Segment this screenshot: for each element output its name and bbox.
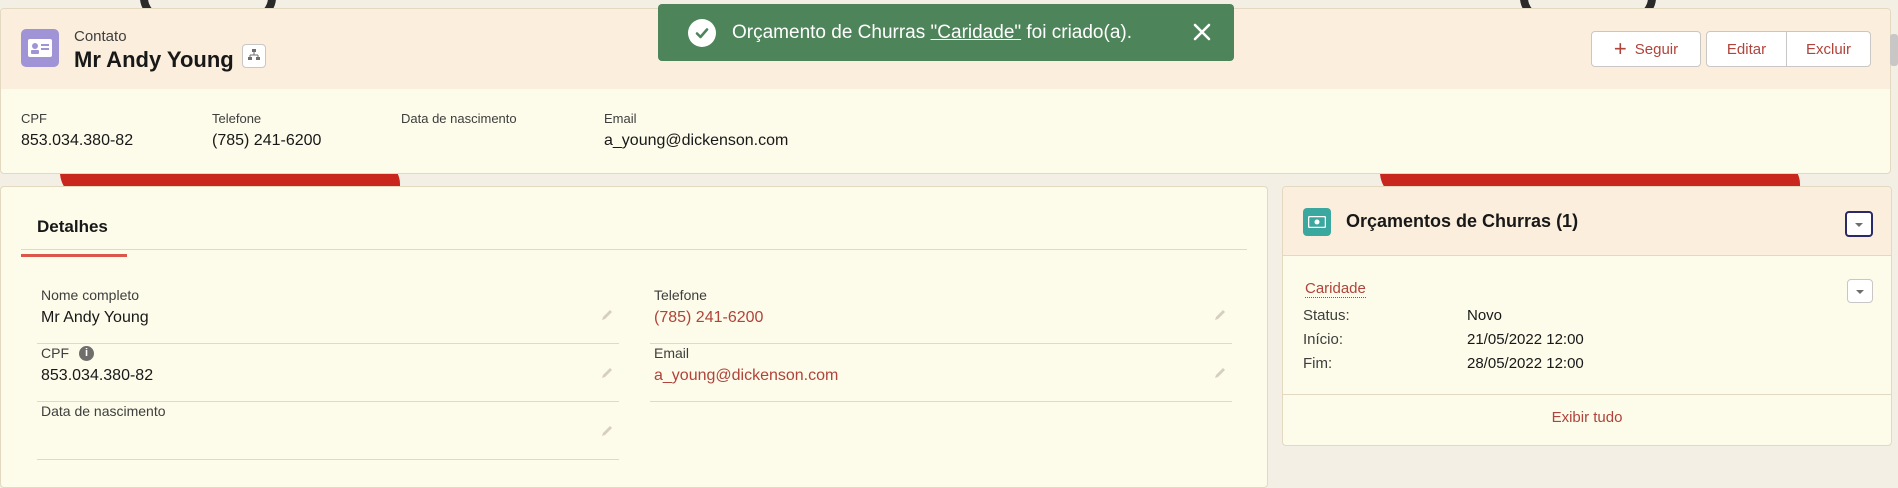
field-cpf: CPF i 853.034.380-82 [37, 345, 619, 402]
close-icon[interactable] [1188, 18, 1216, 46]
field-label: Data de nascimento [41, 403, 166, 419]
follow-label: Seguir [1634, 40, 1679, 58]
row-value: 28/05/2022 12:00 [1467, 355, 1584, 372]
plus-icon: + [1613, 36, 1627, 61]
cpf-label: CPF [41, 345, 69, 361]
footer-divider [1283, 394, 1891, 395]
field-label: Email [654, 345, 690, 361]
related-list-header: Orçamentos de Churras (1) [1283, 187, 1891, 256]
tab-label: Detalhes [37, 217, 108, 236]
record-title: Mr Andy Young [74, 47, 234, 72]
row-key: Status: [1303, 307, 1350, 324]
chevron-down-icon [1855, 283, 1865, 300]
success-check-icon [688, 18, 716, 47]
record-row-status: Status: Novo [1303, 307, 1502, 324]
object-label: Contato [74, 28, 127, 45]
field-phone: Telefone (785) 241-6200 [650, 287, 1232, 344]
record-row-end: Fim: 28/05/2022 12:00 [1303, 355, 1584, 372]
row-key: Fim: [1303, 355, 1333, 372]
view-all-link[interactable]: Exibir tudo [1283, 409, 1891, 426]
edit-pencil-icon[interactable] [599, 423, 615, 439]
edit-button[interactable]: Editar [1706, 31, 1787, 67]
hierarchy-button[interactable] [242, 44, 266, 68]
active-tab-indicator [21, 254, 127, 257]
follow-button[interactable]: + Seguir [1591, 31, 1701, 67]
edit-pencil-icon[interactable] [1212, 365, 1228, 381]
highlight-field-phone: Telefone (785) 241-6200 [212, 111, 321, 150]
tab-divider [21, 249, 1247, 250]
row-value: Novo [1467, 307, 1503, 324]
field-label: CPF [21, 111, 47, 126]
field-value: 853.034.380-82 [21, 132, 134, 149]
field-value: Mr Andy Young [41, 309, 149, 326]
hierarchy-icon [248, 48, 260, 65]
field-full-name: Nome completo Mr Andy Young [37, 287, 619, 344]
record-menu-button[interactable] [1847, 279, 1873, 303]
highlight-field-email: Email a_young@dickenson.com [604, 111, 788, 150]
field-value: 853.034.380-82 [41, 367, 154, 384]
edit-pencil-icon[interactable] [1212, 307, 1228, 323]
details-card: Detalhes Nome completo Mr Andy Young Tel… [0, 186, 1268, 488]
field-label: CPF i [41, 345, 94, 361]
toast-message: Orçamento de Churras "Caridade" foi cria… [732, 22, 1132, 44]
email-link[interactable]: a_young@dickenson.com [654, 367, 838, 385]
chevron-down-icon [1854, 216, 1864, 233]
edit-pencil-icon[interactable] [599, 307, 615, 323]
row-value: 21/05/2022 12:00 [1467, 331, 1584, 348]
phone-link[interactable]: (785) 241-6200 [212, 132, 321, 150]
related-list-menu-button[interactable] [1845, 211, 1873, 237]
toast-prefix: Orçamento de Churras [732, 21, 931, 43]
money-icon [1303, 208, 1331, 236]
tab-details[interactable]: Detalhes [21, 217, 127, 257]
toast-record-link[interactable]: "Caridade" [931, 22, 1022, 43]
success-toast: Orçamento de Churras "Caridade" foi cria… [658, 4, 1234, 61]
field-label: Email [604, 111, 637, 126]
row-key: Início: [1303, 331, 1344, 348]
field-birthdate: Data de nascimento [37, 403, 619, 460]
field-email: Email a_young@dickenson.com [650, 345, 1232, 402]
field-label: Data de nascimento [401, 111, 517, 126]
highlight-field-cpf: CPF 853.034.380-82 [21, 111, 133, 150]
scrollbar-thumb[interactable] [1890, 34, 1898, 66]
toast-suffix: foi criado(a). [1021, 21, 1132, 43]
info-icon[interactable]: i [79, 345, 94, 361]
field-label: Telefone [212, 111, 262, 126]
field-label: Nome completo [41, 287, 140, 303]
phone-link[interactable]: (785) 241-6200 [654, 309, 763, 327]
email-link[interactable]: a_young@dickenson.com [604, 132, 788, 150]
highlight-field-birthdate: Data de nascimento [401, 111, 517, 132]
record-row-start: Início: 21/05/2022 12:00 [1303, 331, 1584, 348]
edit-pencil-icon[interactable] [599, 365, 615, 381]
delete-button[interactable]: Excluir [1786, 31, 1871, 67]
related-list-card: Orçamentos de Churras (1) Caridade Statu… [1282, 186, 1892, 446]
related-list-title[interactable]: Orçamentos de Churras (1) [1346, 211, 1578, 232]
contact-card-icon [21, 29, 59, 67]
field-label: Telefone [654, 287, 707, 303]
related-record-link[interactable]: Caridade [1305, 280, 1366, 298]
